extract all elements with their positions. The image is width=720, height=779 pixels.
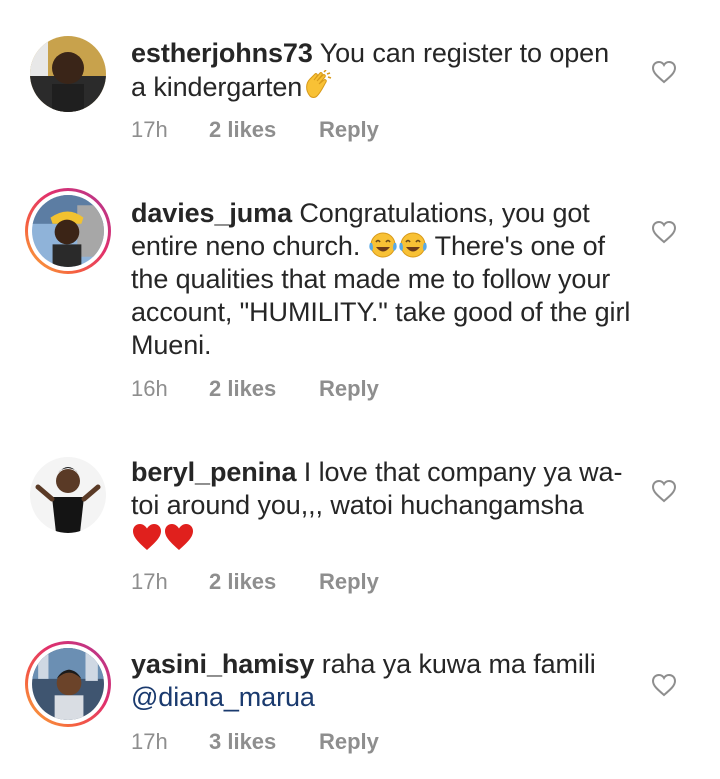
avatar[interactable] (25, 188, 111, 274)
mention-link[interactable]: @diana_marua (131, 682, 315, 712)
avatar[interactable] (30, 36, 106, 112)
avatar[interactable] (25, 641, 111, 727)
comment-username[interactable]: davies_juma (131, 198, 292, 228)
avatar-image (32, 195, 104, 267)
avatar-image (32, 648, 104, 720)
comment-body: beryl_penina I love that company ya wa-t… (131, 456, 631, 556)
clapping-hands-icon (306, 70, 332, 98)
comment-username[interactable]: yasini_hamisy (131, 649, 314, 679)
comment-body: davies_juma Congratulations, you got ent… (131, 197, 631, 362)
comment-likes[interactable]: 2 likes (209, 569, 319, 595)
story-ring (28, 644, 108, 724)
comment-likes[interactable]: 2 likes (209, 376, 319, 402)
comment-time: 17h (131, 729, 168, 754)
comment-time: 17h (131, 569, 168, 594)
comment-text: raha ya kuwa ma famili (314, 649, 596, 679)
red-heart-icon (133, 524, 161, 550)
reply-button[interactable]: Reply (319, 376, 379, 402)
comment-likes[interactable]: 2 likes (209, 117, 319, 143)
reply-button[interactable]: Reply (319, 569, 379, 595)
like-heart-icon[interactable] (651, 60, 677, 84)
like-heart-icon[interactable] (651, 479, 677, 503)
reply-button[interactable]: Reply (319, 117, 379, 143)
comment-body: yasini_hamisy raha ya kuwa ma famili @di… (131, 648, 631, 714)
comment-likes[interactable]: 3 likes (209, 729, 319, 755)
comment-username[interactable]: beryl_penina (131, 457, 296, 487)
comment-meta: 17h 3 likes Reply (131, 729, 379, 755)
avatar-image (30, 457, 106, 533)
tears-of-joy-icon (368, 232, 397, 258)
comment-meta: 17h 2 likes Reply (131, 569, 379, 595)
comment-time: 16h (131, 376, 168, 401)
comment-meta: 16h 2 likes Reply (131, 376, 379, 402)
comment-username[interactable]: estherjohns73 (131, 38, 313, 68)
avatar[interactable] (30, 457, 106, 533)
comment-time: 17h (131, 117, 168, 142)
like-heart-icon[interactable] (651, 673, 677, 697)
red-heart-icon (165, 524, 193, 550)
like-heart-icon[interactable] (651, 220, 677, 244)
tears-of-joy-icon (398, 232, 427, 258)
comment-body: estherjohns73 You can register to open a… (131, 37, 631, 104)
comment-meta: 17h 2 likes Reply (131, 117, 379, 143)
reply-button[interactable]: Reply (319, 729, 379, 755)
story-ring (28, 191, 108, 271)
avatar-image (30, 36, 106, 112)
